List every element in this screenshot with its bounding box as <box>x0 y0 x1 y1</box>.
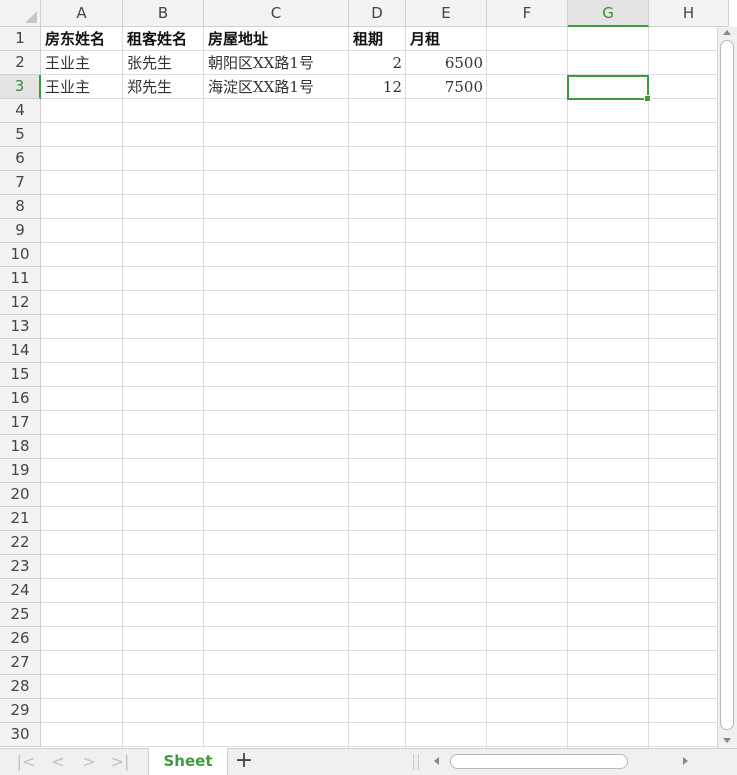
column-header-b[interactable]: B <box>123 0 204 27</box>
last-sheet-button[interactable]: >| <box>108 751 132 773</box>
cell-d2[interactable]: 2 <box>349 51 406 75</box>
column-header-a[interactable]: A <box>41 0 123 27</box>
row-header-27[interactable]: 27 <box>0 651 41 675</box>
row-header-21[interactable]: 21 <box>0 507 41 531</box>
row-header-3[interactable]: 3 <box>0 75 41 99</box>
cell-e3[interactable]: 7500 <box>406 75 487 99</box>
column-header-f[interactable]: F <box>487 0 568 27</box>
next-sheet-button[interactable]: > <box>77 751 101 773</box>
row-header-18[interactable]: 18 <box>0 435 41 459</box>
scroll-right-icon[interactable] <box>683 757 688 765</box>
grid-line <box>405 27 406 748</box>
fill-handle[interactable] <box>644 95 651 102</box>
row-header-9[interactable]: 9 <box>0 219 41 243</box>
row-header-10[interactable]: 10 <box>0 243 41 267</box>
cell-grid[interactable] <box>41 27 717 748</box>
row-header-2[interactable]: 2 <box>0 51 41 75</box>
horizontal-scroll-thumb[interactable] <box>450 754 628 769</box>
column-header-e[interactable]: E <box>406 0 487 27</box>
row-header-30[interactable]: 30 <box>0 723 41 747</box>
row-header-4[interactable]: 4 <box>0 99 41 123</box>
row-header-5[interactable]: 5 <box>0 123 41 147</box>
row-header-13[interactable]: 13 <box>0 315 41 339</box>
row-header-1[interactable]: 1 <box>0 27 41 51</box>
cell-b1[interactable]: 租客姓名 <box>123 27 204 51</box>
row-header-23[interactable]: 23 <box>0 555 41 579</box>
row-header-29[interactable]: 29 <box>0 699 41 723</box>
row-header-7[interactable]: 7 <box>0 171 41 195</box>
grid-line <box>203 27 204 748</box>
divider <box>418 754 419 770</box>
column-header-d[interactable]: D <box>349 0 406 27</box>
row-header-19[interactable]: 19 <box>0 459 41 483</box>
row-header-6[interactable]: 6 <box>0 147 41 171</box>
sheet-tab-bar: |< < > >| Sheet + <box>0 748 737 775</box>
scroll-up-icon[interactable] <box>723 30 731 35</box>
row-header-25[interactable]: 25 <box>0 603 41 627</box>
cell-b2[interactable]: 张先生 <box>123 51 204 75</box>
row-header-12[interactable]: 12 <box>0 291 41 315</box>
sheet-tab-sheet[interactable]: Sheet <box>148 748 228 775</box>
cell-c2[interactable]: 朝阳区XX路1号 <box>204 51 349 75</box>
cell-a2[interactable]: 王业主 <box>41 51 123 75</box>
row-header-15[interactable]: 15 <box>0 363 41 387</box>
row-header-28[interactable]: 28 <box>0 675 41 699</box>
column-header-c[interactable]: C <box>204 0 349 27</box>
column-header-g[interactable]: G <box>568 0 649 27</box>
scroll-down-icon[interactable] <box>723 738 731 743</box>
select-all-corner[interactable] <box>0 0 41 27</box>
divider <box>413 754 414 770</box>
cell-c1[interactable]: 房屋地址 <box>204 27 349 51</box>
row-header-14[interactable]: 14 <box>0 339 41 363</box>
select-all-icon <box>25 11 37 23</box>
cell-a3[interactable]: 王业主 <box>41 75 123 99</box>
grid-line <box>486 27 487 748</box>
cell-a1[interactable]: 房东姓名 <box>41 27 123 51</box>
prev-sheet-button[interactable]: < <box>46 751 70 773</box>
cell-d3[interactable]: 12 <box>349 75 406 99</box>
cell-b3[interactable]: 郑先生 <box>123 75 204 99</box>
row-header-8[interactable]: 8 <box>0 195 41 219</box>
horizontal-scrollbar[interactable] <box>426 752 706 772</box>
row-header-11[interactable]: 11 <box>0 267 41 291</box>
vertical-scroll-thumb[interactable] <box>720 40 734 730</box>
cell-e1[interactable]: 月租 <box>406 27 487 51</box>
active-cell-g3[interactable] <box>567 75 651 102</box>
grid-line <box>648 27 649 748</box>
row-header-26[interactable]: 26 <box>0 627 41 651</box>
add-sheet-button[interactable]: + <box>233 750 255 774</box>
row-header-22[interactable]: 22 <box>0 531 41 555</box>
cell-d1[interactable]: 租期 <box>349 27 406 51</box>
grid-line <box>122 27 123 748</box>
scroll-left-icon[interactable] <box>434 757 439 765</box>
first-sheet-button[interactable]: |< <box>14 751 38 773</box>
row-header-16[interactable]: 16 <box>0 387 41 411</box>
grid-line <box>348 27 349 748</box>
row-header-20[interactable]: 20 <box>0 483 41 507</box>
column-header-h[interactable]: H <box>649 0 729 27</box>
cell-c3[interactable]: 海淀区XX路1号 <box>204 75 349 99</box>
row-header-17[interactable]: 17 <box>0 411 41 435</box>
row-header-24[interactable]: 24 <box>0 579 41 603</box>
vertical-scrollbar[interactable] <box>717 27 737 748</box>
grid-line <box>567 27 568 748</box>
cell-e2[interactable]: 6500 <box>406 51 487 75</box>
